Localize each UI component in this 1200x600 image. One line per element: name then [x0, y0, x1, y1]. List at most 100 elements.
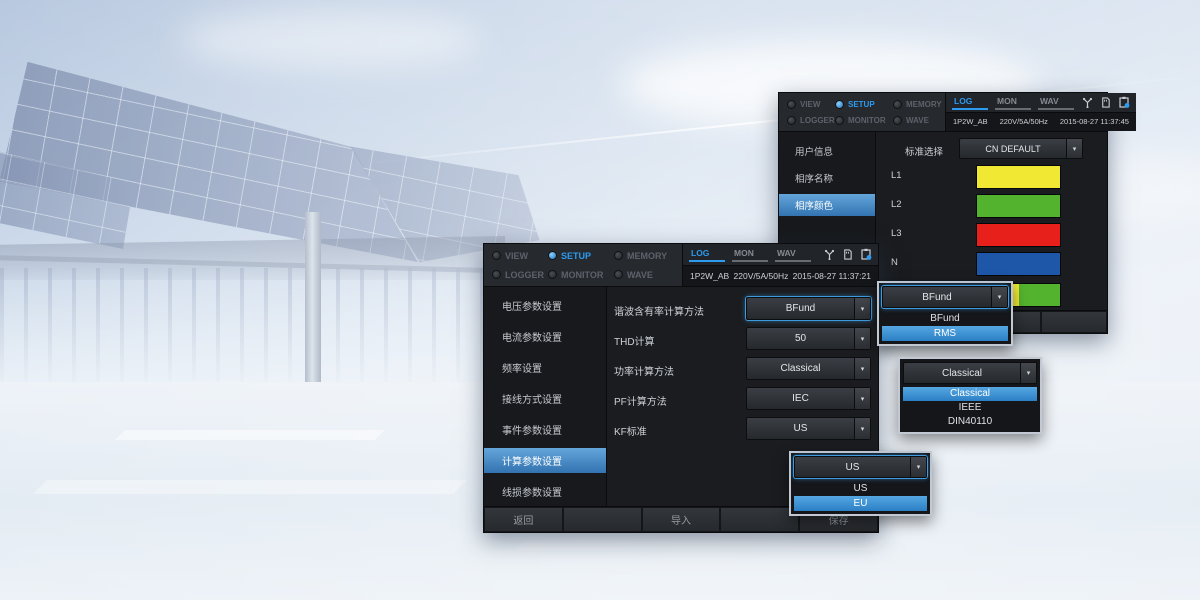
dropdown-value: US: [795, 457, 910, 477]
radio-icon: [614, 270, 623, 279]
nav-logger[interactable]: LOGGER: [492, 265, 548, 284]
option-din40110[interactable]: DIN40110: [903, 415, 1037, 429]
wiring-mode: 1P2W_AB: [690, 271, 729, 281]
phase-row-l1: L1: [875, 165, 1107, 187]
sidebar-item-current-params[interactable]: 电流参数设置: [484, 324, 606, 349]
sidebar-item-calc-params[interactable]: 计算参数设置: [484, 448, 606, 473]
popup-dropdown-button[interactable]: BFund ▾: [882, 286, 1008, 308]
footer-segment[interactable]: [1042, 312, 1106, 332]
power-method-dropdown[interactable]: Classical ▾: [746, 357, 871, 380]
nav-label: WAVE: [627, 270, 653, 280]
nav-setup[interactable]: SETUP: [548, 246, 614, 265]
dropdown-value: Classical: [747, 358, 854, 379]
tab-mon[interactable]: MON: [732, 247, 768, 262]
probe-icon[interactable]: [823, 248, 836, 261]
memory-card-icon[interactable]: [841, 248, 854, 261]
nav-memory[interactable]: MEMORY: [893, 96, 945, 112]
harmonic-method-row: 谐波含有率计算方法 BFund ▾: [606, 297, 878, 320]
phase-row-l3: L3: [875, 223, 1107, 245]
dropdown-value: IEC: [747, 388, 854, 409]
radio-icon: [835, 100, 844, 109]
nav-label: LOGGER: [505, 270, 544, 280]
power-method-row: 功率计算方法 Classical ▾: [606, 357, 878, 380]
pf-method-dropdown[interactable]: IEC ▾: [746, 387, 871, 410]
option-classical[interactable]: Classical: [903, 387, 1037, 401]
phase-row-l2: L2: [875, 194, 1107, 216]
chevron-down-icon: ▾: [854, 358, 870, 379]
radio-icon: [893, 116, 902, 125]
thd-calc-dropdown[interactable]: 50 ▾: [746, 327, 871, 350]
import-button[interactable]: 导入: [643, 508, 720, 531]
sidebar-item-frequency[interactable]: 频率设置: [484, 355, 606, 380]
nav-label: MONITOR: [561, 270, 603, 280]
chevron-down-icon: ▾: [1020, 363, 1036, 383]
harmonic-method-dropdown[interactable]: BFund ▾: [746, 297, 871, 320]
chevron-down-icon: ▾: [910, 457, 926, 477]
nav-monitor[interactable]: MONITOR: [835, 112, 893, 128]
tab-log[interactable]: LOG: [689, 247, 725, 262]
sidebar-item-voltage-params[interactable]: 电压参数设置: [484, 293, 606, 318]
nav-label: MEMORY: [906, 100, 942, 109]
back-button[interactable]: 返回: [485, 508, 562, 531]
nav-label: SETUP: [848, 100, 875, 109]
radio-icon: [787, 116, 796, 125]
tab-wav[interactable]: WAV: [1038, 95, 1074, 110]
nav-setup[interactable]: SETUP: [835, 96, 893, 112]
dropdown-value: CN DEFAULT: [960, 139, 1066, 158]
sidebar-item-wiring-mode[interactable]: 接线方式设置: [484, 386, 606, 411]
option-rms[interactable]: RMS: [882, 326, 1008, 341]
sidebar-item-phase-name[interactable]: 相序名称: [779, 167, 875, 189]
nav-label: SETUP: [561, 251, 591, 261]
kf-standard-dropdown[interactable]: US ▾: [746, 417, 871, 440]
sidebar-item-phase-color[interactable]: 相序颜色: [779, 194, 875, 216]
phase-label: L2: [891, 199, 902, 210]
popup-dropdown-button[interactable]: US ▾: [794, 456, 927, 478]
probe-icon[interactable]: [1081, 96, 1094, 109]
option-ieee[interactable]: IEEE: [903, 401, 1037, 415]
popup-dropdown-button[interactable]: Classical ▾: [903, 362, 1037, 384]
nav-monitor[interactable]: MONITOR: [548, 265, 614, 284]
phase-label: L3: [891, 228, 902, 239]
memory-card-icon[interactable]: [1099, 96, 1112, 109]
mode-nav: VIEW SETUP MEMORY LOGGER MONITOR WAVE: [484, 244, 682, 286]
nav-label: MEMORY: [627, 251, 667, 261]
option-eu[interactable]: EU: [794, 496, 927, 511]
standard-select-label: 标准选择: [905, 144, 943, 158]
status-bar: 1P2W_AB 220V/5A/50Hz 2015-08-27 11:37:21: [683, 265, 878, 287]
radio-icon: [548, 251, 557, 260]
nav-memory[interactable]: MEMORY: [614, 246, 676, 265]
phase-label: N: [891, 257, 898, 268]
dropdown-value: Classical: [904, 363, 1020, 383]
nav-logger[interactable]: LOGGER: [787, 112, 835, 128]
kf-standard-popup: US ▾ US EU: [789, 451, 932, 516]
sidebar-item-event-params[interactable]: 事件参数设置: [484, 417, 606, 442]
nav-label: WAVE: [906, 116, 929, 125]
sidebar-item-line-loss-params[interactable]: 线损参数设置: [484, 479, 606, 504]
tab-log[interactable]: LOG: [952, 95, 988, 110]
wiring-mode: 1P2W_AB: [953, 117, 988, 126]
tab-wav[interactable]: WAV: [775, 247, 811, 262]
phase-color-swatch[interactable]: [976, 165, 1061, 189]
footer-segment: [564, 508, 641, 531]
tab-mon[interactable]: MON: [995, 95, 1031, 110]
phase-color-swatch[interactable]: [976, 252, 1061, 276]
header-right: LOG MON WAV 1P2W_AB 220V/5A/50H: [945, 93, 1136, 131]
nav-wave[interactable]: WAVE: [614, 265, 676, 284]
kf-standard-row: KF标准 US ▾: [606, 417, 878, 440]
option-us[interactable]: US: [794, 481, 927, 496]
radio-icon: [835, 116, 844, 125]
header: VIEW SETUP MEMORY LOGGER MONITOR WAVE LO…: [779, 93, 1107, 132]
save-clipboard-icon[interactable]: [859, 248, 872, 261]
option-bfund[interactable]: BFund: [882, 311, 1008, 326]
sidebar-item-user-info[interactable]: 用户信息: [779, 140, 875, 162]
nav-view[interactable]: VIEW: [492, 246, 548, 265]
nav-view[interactable]: VIEW: [787, 96, 835, 112]
pf-method-row: PF计算方法 IEC ▾: [606, 387, 878, 410]
save-clipboard-icon[interactable]: [1117, 96, 1130, 109]
phase-color-swatch[interactable]: [976, 194, 1061, 218]
mode-nav: VIEW SETUP MEMORY LOGGER MONITOR WAVE: [779, 93, 945, 131]
header: VIEW SETUP MEMORY LOGGER MONITOR WAVE LO…: [484, 244, 878, 287]
phase-color-swatch[interactable]: [976, 223, 1061, 247]
nav-wave[interactable]: WAVE: [893, 112, 945, 128]
standard-select-dropdown[interactable]: CN DEFAULT ▾: [959, 138, 1083, 159]
